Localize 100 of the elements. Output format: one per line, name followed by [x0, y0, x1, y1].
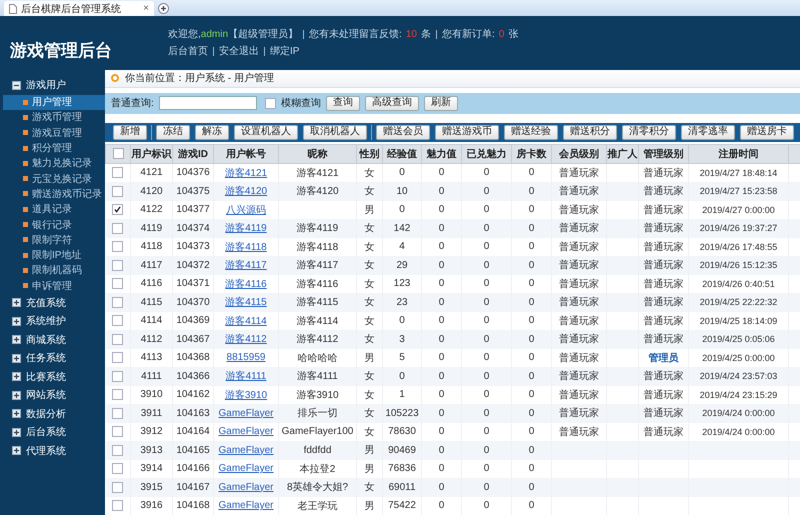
search-button[interactable]: 刷新	[424, 96, 458, 111]
row-checkbox[interactable]	[112, 444, 124, 456]
row-checkbox[interactable]	[112, 334, 124, 345]
expand-icon[interactable]	[12, 390, 21, 400]
menu-group[interactable]: 充值系统	[0, 293, 105, 312]
toolbar-button[interactable]: 新增	[113, 124, 147, 140]
menu-group[interactable]: 任务系统	[0, 348, 105, 368]
menu-group[interactable]: 后台系统	[0, 422, 105, 442]
menu-item[interactable]: 道具记录	[3, 202, 105, 217]
account-link[interactable]: 游客4118	[225, 242, 267, 253]
menu-item[interactable]: 银行记录	[3, 216, 105, 232]
account-link[interactable]: 游客4120	[224, 186, 268, 198]
row-checkbox[interactable]	[112, 186, 124, 197]
menu-group[interactable]: 数据分析	[0, 404, 105, 423]
row-checkbox[interactable]	[112, 204, 124, 216]
menu-item[interactable]: 积分管理	[3, 140, 105, 156]
menu-item[interactable]: 申诉管理	[3, 278, 105, 294]
menu-group[interactable]: 网站系统	[0, 386, 105, 404]
row-checkbox[interactable]	[112, 370, 124, 382]
row-checkbox[interactable]	[112, 315, 124, 326]
menu-group[interactable]: 系统维护	[0, 312, 105, 330]
toolbar-button[interactable]: 冻结	[156, 124, 190, 140]
toolbar-button[interactable]: 解冻	[195, 124, 229, 140]
toolbar-button[interactable]: 赠送游戏币	[435, 124, 499, 140]
menu-item[interactable]: 游戏豆管理	[3, 125, 105, 140]
row-checkbox[interactable]	[112, 241, 124, 252]
row-checkbox[interactable]	[112, 278, 124, 290]
header-link[interactable]: 后台首页	[168, 44, 208, 58]
table-cell: 4	[399, 241, 405, 252]
row-checkbox[interactable]	[112, 260, 124, 271]
account-link[interactable]: 游客4112	[225, 334, 267, 346]
menu-group[interactable]: 游戏用户	[0, 76, 105, 94]
account-link[interactable]: GameFlayer	[218, 408, 274, 419]
row-checkbox[interactable]	[112, 167, 124, 178]
search-button[interactable]: 查询	[326, 96, 360, 111]
header-link[interactable]: 绑定IP	[270, 44, 300, 58]
expand-icon[interactable]	[12, 335, 21, 344]
header-link[interactable]: 安全退出	[219, 44, 259, 58]
account-link[interactable]: 游客4119	[225, 223, 267, 234]
toolbar-button[interactable]: 赠送积分	[563, 124, 617, 140]
toolbar-button[interactable]: 赠送房卡	[740, 124, 794, 140]
account-link[interactable]: 游客4111	[226, 371, 266, 382]
account-link[interactable]: GameFlayer	[218, 482, 274, 493]
new-tab-icon[interactable]	[158, 3, 169, 14]
row-checkbox[interactable]	[112, 482, 124, 493]
expand-icon[interactable]	[12, 316, 21, 326]
collapse-icon[interactable]	[12, 80, 21, 90]
table-cell: 104367	[176, 334, 210, 345]
menu-item[interactable]: 赠送游戏币记录	[3, 186, 105, 202]
account-link[interactable]: 游客4121	[224, 168, 268, 179]
fuzzy-checkbox[interactable]	[264, 98, 276, 109]
menu-group[interactable]: 商城系统	[0, 330, 105, 349]
menu-item[interactable]: 用户管理	[3, 94, 105, 110]
menu-item[interactable]: 元宝兑换记录	[3, 170, 105, 186]
expand-icon[interactable]	[12, 446, 21, 456]
toolbar-button[interactable]: 清零积分	[622, 124, 676, 140]
table-cell: 2019/4/24 23:57:03	[700, 371, 778, 382]
account-link[interactable]: 游客4114	[225, 316, 267, 327]
toolbar-button[interactable]: 赠送会员	[376, 124, 430, 140]
expand-icon[interactable]	[12, 428, 21, 437]
account-link[interactable]: GameFlayer	[218, 463, 274, 474]
menu-item[interactable]: 限制字符	[3, 232, 105, 248]
account-link[interactable]: 游客4116	[225, 278, 267, 290]
toolbar-button[interactable]: 赠送经验	[504, 124, 558, 140]
row-checkbox[interactable]	[112, 389, 124, 400]
account-link[interactable]: GameFlayer	[218, 444, 274, 456]
menu-item[interactable]: 限制IP地址	[3, 247, 105, 263]
search-button[interactable]: 高级查询	[364, 96, 419, 111]
close-icon[interactable]: ×	[143, 4, 149, 14]
menu-item[interactable]: 魅力兑换记录	[3, 156, 105, 171]
account-link[interactable]: GameFlayer	[218, 426, 274, 438]
row-checkbox[interactable]	[112, 408, 124, 419]
account-link[interactable]: 8815959	[226, 352, 266, 364]
browser-tab[interactable]: 后台棋牌后台管理系统 ×	[4, 1, 154, 16]
row-checkbox[interactable]	[112, 500, 124, 512]
row-checkbox[interactable]	[112, 352, 124, 364]
search-field[interactable]	[158, 96, 257, 110]
expand-icon[interactable]	[12, 409, 21, 418]
account-link[interactable]: 游客4115	[225, 297, 267, 308]
row-checkbox[interactable]	[112, 222, 124, 234]
account-link[interactable]: GameFlayer	[218, 500, 274, 512]
row-checkbox[interactable]	[112, 296, 124, 308]
row-checkbox[interactable]	[112, 463, 124, 474]
expand-icon[interactable]	[12, 372, 21, 382]
toolbar-button[interactable]: 取消机器人	[303, 124, 367, 140]
select-all-checkbox[interactable]	[112, 148, 124, 159]
expand-icon[interactable]	[12, 354, 21, 363]
account-link[interactable]: 游客4117	[225, 260, 267, 272]
expand-icon[interactable]	[12, 298, 21, 308]
toolbar-button[interactable]: 设置机器人	[234, 124, 298, 140]
row-checkbox[interactable]	[112, 426, 124, 438]
table-cell: 普通玩家	[644, 408, 684, 420]
menu-group[interactable]: 比赛系统	[0, 367, 105, 386]
menu-group[interactable]: 代理系统	[0, 441, 105, 460]
table-cell: 普通玩家	[644, 390, 684, 401]
toolbar-button[interactable]: 清零逃率	[681, 124, 735, 140]
account-link[interactable]: 八兴源码	[226, 204, 266, 216]
account-link[interactable]: 游客3910	[224, 390, 268, 401]
menu-item[interactable]: 游戏币管理	[3, 110, 105, 126]
menu-item[interactable]: 限制机器码	[3, 262, 105, 278]
